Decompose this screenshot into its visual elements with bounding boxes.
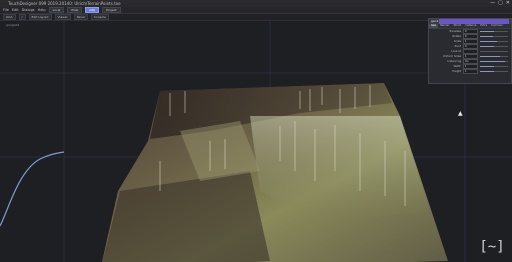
parameter-label: Rotate (452, 35, 462, 38)
window-title: TouchDesigner 099 2019.20140: Ulrich/Ter… (8, 1, 121, 6)
menu-dialogs[interactable]: Dialogs (22, 7, 35, 13)
panel-button[interactable]: Panel (73, 14, 88, 20)
parameter-slider-fill (480, 46, 494, 47)
window-controls: — ▢ ✕ (490, 0, 510, 7)
parameter-label: Pivot (454, 45, 461, 48)
parameter-row: Height 1 (429, 69, 511, 74)
tab-xform[interactable]: Xform (451, 24, 463, 28)
parameter-slider[interactable] (480, 31, 508, 32)
menu-help[interactable]: Help (38, 7, 46, 13)
parameter-slider[interactable] (480, 61, 508, 62)
parameter-slider[interactable] (480, 51, 508, 52)
terrain-mesh (102, 83, 448, 262)
parameter-slider-fill (480, 56, 500, 57)
mouse-cursor-icon: ▲ (458, 110, 463, 117)
operator-name: geo1 (431, 19, 439, 23)
parameter-panel-header: geo1 (429, 19, 511, 24)
parameter-slider-fill (480, 31, 494, 32)
parameter-label: Height (452, 70, 461, 73)
path-root-button[interactable]: / (18, 14, 26, 20)
parameter-slider[interactable] (480, 71, 508, 72)
edit-layout-button[interactable]: Edit Layout (28, 14, 52, 20)
tab-render[interactable]: Render (438, 24, 451, 28)
parameter-list: Translate 0 Rotate 0 Scale 1 Pivot 0 Look At Unif… (429, 29, 511, 74)
parameter-value-field[interactable]: 1 (463, 69, 478, 74)
tab-geo[interactable]: Geo (429, 24, 439, 28)
parameter-slider-fill (480, 61, 506, 62)
app-window: TouchDesigner 099 2019.20140: Ulrich/Ter… (0, 0, 512, 262)
operator-color-bar (439, 19, 509, 24)
parameter-label: Uniform Scale (442, 55, 461, 58)
parameter-label: Width (453, 65, 461, 68)
minimize-icon[interactable]: — (490, 0, 495, 7)
menu-bar: File Edit Dialogs Help Local Pixel Glbl … (0, 7, 512, 14)
watermark-logo: [~] (479, 239, 505, 255)
parameter-label: Instancing (447, 60, 461, 63)
viewer-button[interactable]: Viewer (54, 14, 71, 20)
pane-type-button[interactable]: OCA (3, 14, 16, 20)
parameter-slider-fill (480, 36, 493, 37)
maximize-icon[interactable]: ▢ (498, 0, 503, 7)
close-icon[interactable]: ✕ (506, 0, 510, 7)
parameter-label: Scale (454, 40, 461, 43)
project-button[interactable]: Project (102, 7, 121, 13)
pixel-button[interactable]: Pixel (67, 7, 83, 13)
menu-edit[interactable]: Edit (12, 7, 19, 13)
global-button[interactable]: Glbl (85, 7, 100, 13)
console-button[interactable]: Console (90, 14, 109, 20)
parameter-slider[interactable] (480, 66, 508, 67)
camera-curve (0, 151, 65, 227)
tab-common[interactable]: Common (489, 24, 505, 28)
parameter-label: Translate (449, 30, 461, 33)
parameter-slider[interactable] (480, 56, 508, 57)
menu-file[interactable]: File (3, 7, 9, 13)
tab-instance[interactable]: Instance (463, 24, 478, 28)
parameter-panel[interactable]: geo1 Geo Render Xform Instance Extra Com… (428, 18, 512, 84)
parameter-slider[interactable] (480, 41, 508, 42)
parameter-slider-fill (480, 66, 494, 67)
parameter-label: Look At (451, 50, 461, 53)
parameter-slider[interactable] (480, 46, 508, 47)
local-button[interactable]: Local (48, 7, 65, 13)
parameter-slider-fill (480, 41, 497, 42)
parameter-slider-fill (480, 71, 494, 72)
tab-extra[interactable]: Extra (478, 24, 489, 28)
parameter-slider[interactable] (480, 36, 508, 37)
